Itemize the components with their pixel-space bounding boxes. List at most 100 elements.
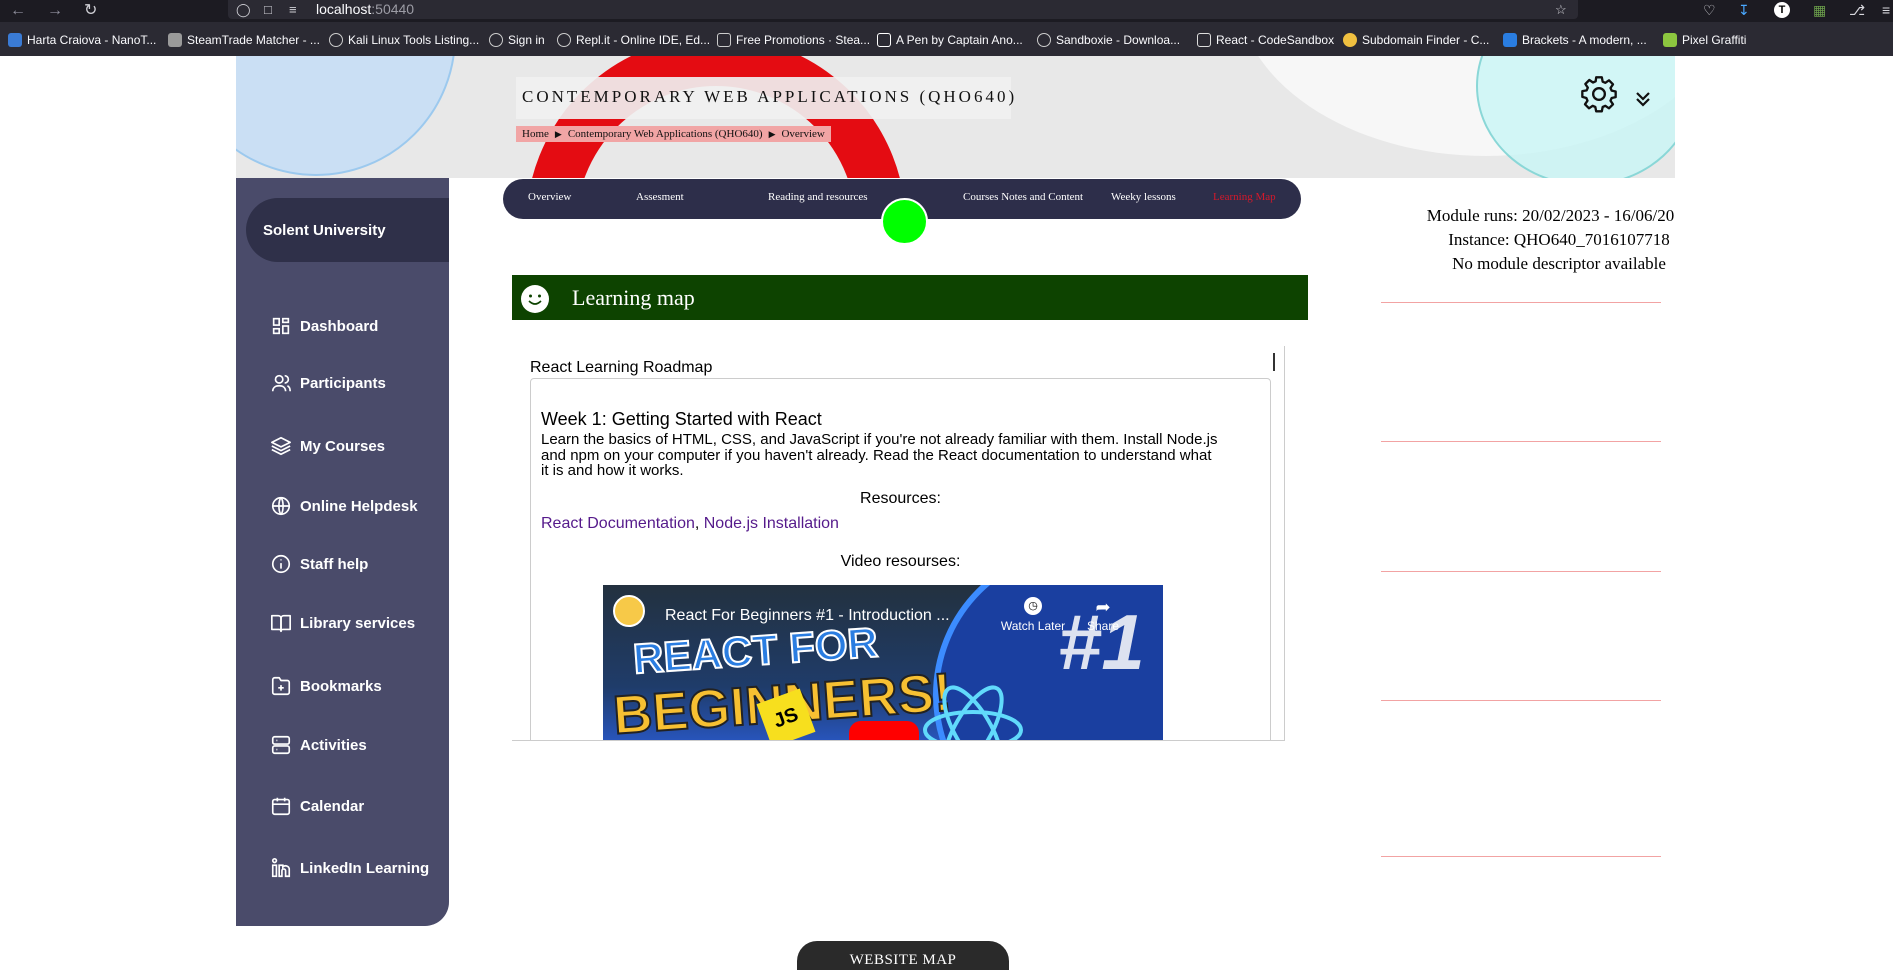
tab-courses-notes-and-content[interactable]: Courses Notes and Content xyxy=(963,191,1083,203)
sidebar-item-label: Participants xyxy=(300,374,386,392)
module-instance: Instance: QHO640_7016107718 xyxy=(1448,230,1670,249)
bookmark-item[interactable]: Sandboxie - Downloa... xyxy=(1037,31,1180,49)
roadmap-frame[interactable]: React Learning Roadmap Week 1: Getting S… xyxy=(512,346,1285,741)
bookmark-label: Sandboxie - Downloa... xyxy=(1056,33,1181,47)
week-description: Learn the basics of HTML, CSS, and JavaS… xyxy=(541,431,1218,479)
nodejs-installation-link[interactable]: Node.js Installation xyxy=(704,515,839,532)
tab-overview[interactable]: Overview xyxy=(528,191,571,203)
week-card: Week 1: Getting Started with React Learn… xyxy=(530,378,1271,740)
resources-label: Resources: xyxy=(860,490,941,507)
sidebar-item-label: LinkedIn Learning xyxy=(300,859,430,877)
bookmark-label: Pixel Graffiti xyxy=(1682,33,1747,47)
sidebar-item-library-services[interactable]: Library services xyxy=(270,610,415,636)
sidebar-item-bookmarks[interactable]: Bookmarks xyxy=(270,673,382,699)
divider xyxy=(1381,302,1661,303)
video-embed[interactable]: React For Beginners #1 - Introduction ..… xyxy=(603,585,1163,740)
download-icon[interactable]: ↧ xyxy=(1738,2,1750,19)
codesandbox-icon xyxy=(1197,33,1211,47)
shield-icon[interactable]: ◯ xyxy=(236,2,251,18)
page-content: CONTEMPORARY WEB APPLICATIONS (QHO640) H… xyxy=(236,56,1675,970)
module-info: Module runs: 20/02/2023 - 16/06/2023 Ins… xyxy=(1396,204,1675,276)
sidebar-item-label: Dashboard xyxy=(300,317,379,335)
gear-icon[interactable] xyxy=(1579,74,1619,114)
breadcrumb: Home ▶ Contemporary Web Applications (QH… xyxy=(516,126,831,142)
double-chevron-down-icon[interactable] xyxy=(1635,90,1651,108)
reload-icon[interactable]: ↻ xyxy=(84,2,97,20)
breadcrumb-separator-icon: ▶ xyxy=(554,128,562,139)
sidebar-item-my-courses[interactable]: My Courses xyxy=(270,433,385,459)
sidebar-item-label: Bookmarks xyxy=(300,677,382,695)
breadcrumb-course[interactable]: Contemporary Web Applications (QHO640) xyxy=(568,128,763,140)
extensions-icon[interactable]: ⎇ xyxy=(1849,2,1865,19)
sidebar-item-linkedin-learning[interactable]: LinkedIn Learning xyxy=(270,855,429,881)
bookmark-item[interactable]: Subdomain Finder - C... xyxy=(1343,31,1489,49)
bookmark-item[interactable]: Repl.it - Online IDE, Ed... xyxy=(557,31,710,49)
resource-links: React Documentation, Node.js Installatio… xyxy=(541,515,839,533)
bookmark-item[interactable]: React - CodeSandbox xyxy=(1197,31,1334,49)
bookmark-label: SteamTrade Matcher - ... xyxy=(187,33,320,47)
subdomain-finder-icon xyxy=(1343,33,1357,47)
sidebar-item-staff-help[interactable]: Staff help xyxy=(270,551,368,577)
tab-assesment[interactable]: Assesment xyxy=(636,191,684,203)
bookmark-item[interactable]: Brackets - A modern, ... xyxy=(1503,31,1647,49)
tab-weeky-lessons[interactable]: Weeky lessons xyxy=(1111,191,1176,203)
bookmark-item[interactable]: Kali Linux Tools Listing... xyxy=(329,31,479,49)
page-icon: □ xyxy=(264,2,272,17)
pocket-icon[interactable]: ♡ xyxy=(1703,2,1716,19)
react-logo-icon xyxy=(923,685,1023,740)
sidebar-item-label: Activities xyxy=(300,736,367,754)
sidebar-item-online-helpdesk[interactable]: Online Helpdesk xyxy=(270,493,418,519)
bookmark-item[interactable]: Free Promotions · Stea... xyxy=(717,31,870,49)
address-bar[interactable]: ◯ □ ≡ localhost:50440 ☆ xyxy=(228,0,1578,19)
breadcrumb-home[interactable]: Home xyxy=(522,128,549,140)
sidebar-item-activities[interactable]: Activities xyxy=(270,732,367,758)
menu-icon[interactable]: ≡ xyxy=(1882,2,1890,18)
sidebar-item-calendar[interactable]: Calendar xyxy=(270,793,364,819)
week-title: Week 1: Getting Started with React xyxy=(541,409,822,429)
breadcrumb-separator-icon: ▶ xyxy=(768,128,776,139)
globe-icon xyxy=(271,496,291,516)
extension-icon[interactable]: ▦ xyxy=(1813,2,1826,19)
sidebar-item-dashboard[interactable]: Dashboard xyxy=(270,313,378,339)
bookmark-item[interactable]: Sign in xyxy=(489,31,545,49)
star-icon[interactable]: ☆ xyxy=(1555,2,1567,18)
back-icon[interactable]: ← xyxy=(10,2,26,20)
sidebar-item-label: Calendar xyxy=(300,797,365,815)
permissions-icon[interactable]: ≡ xyxy=(289,2,297,17)
watch-later-label: Watch Later xyxy=(1000,619,1066,633)
bookmarks-bar: Harta Craiova - NanoT... SteamTrade Matc… xyxy=(0,22,1893,56)
bookmark-item[interactable]: A Pen by Captain Ano... xyxy=(877,31,1023,49)
pixel-graffiti-icon xyxy=(1663,33,1677,47)
browser-toolbar: ← → ↻ ◯ □ ≡ localhost:50440 ☆ ♡ ↧ T ▦ ⎇ … xyxy=(0,0,1893,22)
forward-icon[interactable]: → xyxy=(47,2,63,20)
learning-map-banner: Learning map xyxy=(512,275,1308,320)
bookmark-label: A Pen by Captain Ano... xyxy=(896,33,1023,47)
url-text[interactable]: localhost:50440 xyxy=(316,1,414,17)
frame-scrollbar[interactable] xyxy=(1273,353,1275,371)
decor-teal-circle xyxy=(1476,56,1675,178)
sidebar-item-participants[interactable]: Participants xyxy=(270,370,386,396)
sidebar-item-label: Library services xyxy=(300,614,416,632)
tab-reading-and-resources[interactable]: Reading and resources xyxy=(768,191,868,203)
breadcrumb-current[interactable]: Overview xyxy=(781,128,824,140)
tab-learning-map[interactable]: Learning Map xyxy=(1213,191,1276,203)
youtube-play-button[interactable] xyxy=(849,721,919,740)
bookmark-item[interactable]: Harta Craiova - NanoT... xyxy=(8,31,156,49)
account-icon[interactable]: T xyxy=(1774,2,1790,18)
bookmark-label: Free Promotions · Stea... xyxy=(736,33,871,47)
bookmark-label: Brackets - A modern, ... xyxy=(1522,33,1647,47)
url-port: :50440 xyxy=(371,1,415,17)
book-icon xyxy=(271,614,291,633)
bookmark-item[interactable]: SteamTrade Matcher - ... xyxy=(168,31,320,49)
bookmark-label: Repl.it - Online IDE, Ed... xyxy=(576,33,711,47)
website-map-button[interactable]: WEBSITE MAP xyxy=(797,941,1009,970)
bookmark-item[interactable]: Pixel Graffiti xyxy=(1663,31,1746,49)
page-viewport: CONTEMPORARY WEB APPLICATIONS (QHO640) H… xyxy=(0,56,1893,970)
sidebar-item-label: My Courses xyxy=(300,437,386,455)
linkedin-icon xyxy=(271,858,291,878)
university-name[interactable]: Solent University xyxy=(246,198,449,262)
react-documentation-link[interactable]: React Documentation xyxy=(541,515,695,532)
course-title-box: CONTEMPORARY WEB APPLICATIONS (QHO640) xyxy=(516,77,1014,119)
brackets-icon xyxy=(1503,33,1517,47)
divider xyxy=(1381,441,1661,442)
